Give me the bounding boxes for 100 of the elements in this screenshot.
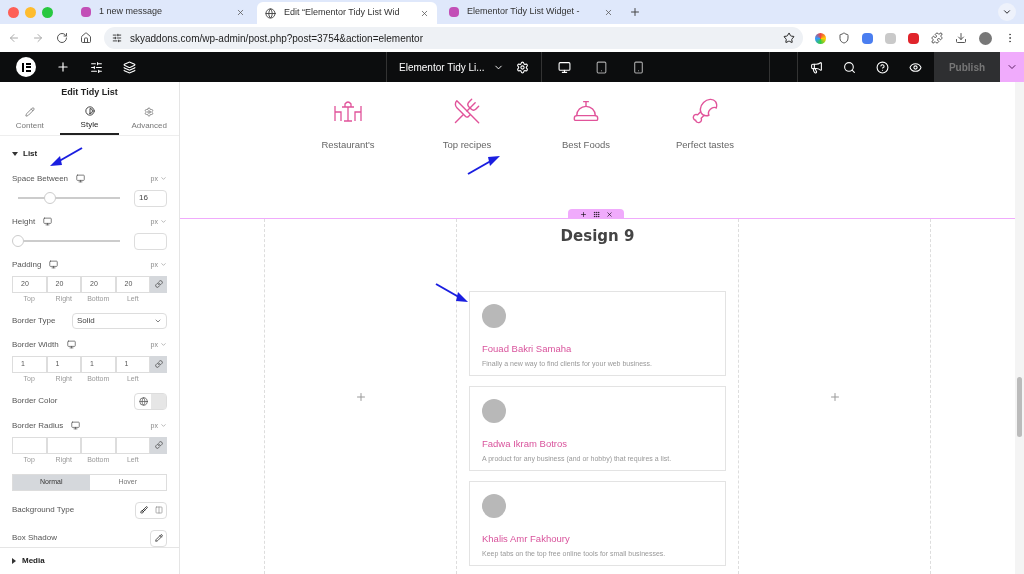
link-values-button[interactable] (150, 436, 167, 454)
panel-tab[interactable]: Content (0, 103, 60, 135)
edit-shadow-button[interactable] (150, 529, 167, 547)
section-heading: Design 9 (560, 226, 635, 247)
elementor-logo-icon[interactable] (16, 57, 36, 77)
control-label: Border Type (12, 314, 56, 327)
new-tab-icon[interactable] (629, 6, 641, 18)
list-item-name: Fadwa Ikram Botros (482, 436, 568, 451)
add-icon[interactable] (579, 210, 587, 218)
close-icon[interactable] (605, 210, 613, 218)
tab-title: Edit “Elementor Tidy List Wid (284, 6, 401, 20)
slider-thumb[interactable] (43, 192, 56, 205)
preview-icon[interactable] (909, 60, 922, 74)
link-icon (154, 280, 163, 289)
section-header[interactable]: Media (0, 546, 179, 574)
dimension-field[interactable] (46, 436, 81, 454)
responsive-icon[interactable] (71, 421, 81, 431)
page-settings-icon[interactable] (515, 60, 529, 74)
avatar (482, 493, 506, 518)
section-handle[interactable] (568, 209, 624, 219)
pencil-icon (24, 106, 35, 117)
download-icon[interactable] (955, 32, 967, 44)
link-icon (154, 441, 163, 450)
dimension-field[interactable] (12, 436, 47, 454)
avatar (482, 398, 506, 423)
contrast-icon (84, 105, 95, 116)
control-label: Padding (12, 258, 42, 271)
browser-tab[interactable]: Elementor Tidy List Widget - (441, 1, 621, 23)
number-field[interactable]: 16 (134, 189, 167, 207)
annotation-arrow (434, 282, 470, 304)
icon-box-label: Perfect tastes (675, 138, 735, 152)
drumstick-icon (691, 97, 719, 125)
url-text: skyaddons.com/wp-admin/post.php?post=3754&action=elementor (130, 31, 423, 46)
site-info-icon[interactable] (112, 33, 122, 43)
add-element-icon[interactable] (56, 60, 70, 74)
annotation-arrow (48, 146, 84, 168)
section-header[interactable]: List (12, 147, 38, 160)
address-bar[interactable]: skyaddons.com/wp-admin/post.php?post=3754&action=elementor (104, 27, 803, 49)
responsive-icon[interactable] (43, 217, 53, 227)
panel-tab[interactable]: Style (59, 103, 120, 135)
search-icon[interactable] (843, 60, 856, 74)
extension-icon[interactable] (815, 32, 826, 44)
icon-box-label: Top recipes (442, 138, 492, 152)
chevron-down-icon (160, 422, 167, 430)
responsive-icon[interactable] (66, 340, 76, 350)
control-label: Border Color (12, 395, 58, 408)
home-icon[interactable] (80, 32, 92, 44)
dimension-field[interactable] (115, 436, 150, 454)
responsive-icon[interactable] (76, 174, 86, 184)
page-title-dropdown[interactable]: Elementor Tidy Li... (387, 59, 516, 75)
list-item-name: Fouad Bakri Samaha (482, 341, 573, 356)
bookmark-star-icon[interactable] (783, 32, 795, 44)
tab-title: 1 new message (99, 5, 164, 19)
panel-tab[interactable]: Advanced (119, 103, 179, 135)
select-field[interactable]: Solid (72, 312, 167, 329)
control-label: Space Between (12, 172, 69, 185)
number-field[interactable] (134, 232, 167, 250)
megaphone-icon[interactable] (810, 60, 823, 74)
avatar (482, 303, 506, 328)
extensions-icon[interactable] (931, 32, 943, 44)
dimension-field[interactable] (81, 436, 116, 454)
control-label: Border Width (12, 338, 59, 351)
responsive-icon[interactable] (49, 260, 59, 270)
color-swatch[interactable] (151, 393, 166, 409)
close-tab-icon[interactable] (236, 7, 245, 17)
favicon-icon (449, 7, 459, 17)
mobile-view-icon[interactable] (631, 60, 645, 74)
globe-icon (138, 396, 148, 406)
help-icon[interactable] (876, 60, 889, 74)
control-label: Height (12, 215, 36, 228)
reload-icon[interactable] (56, 32, 68, 44)
close-tab-icon[interactable] (420, 8, 429, 18)
gradient-icon (154, 506, 163, 515)
shield-icon[interactable] (838, 32, 850, 44)
tablet-view-icon[interactable] (594, 60, 608, 74)
chevron-down-icon (160, 261, 167, 269)
chevron-down-icon (160, 218, 167, 226)
chevron-down-icon (160, 341, 167, 349)
link-icon (154, 360, 163, 369)
extension-icon[interactable] (862, 32, 873, 44)
extension-icon[interactable] (908, 32, 919, 44)
slider-thumb[interactable] (12, 235, 24, 248)
pencil-icon (154, 534, 163, 543)
panel-title: Edit Tidy List (60, 86, 119, 99)
tab-title: Elementor Tidy List Widget - (467, 5, 581, 19)
icon-box-label: Restaurant's (321, 138, 375, 152)
structure-icon[interactable] (123, 60, 136, 74)
desktop-view-icon[interactable] (557, 60, 571, 74)
browser-tab[interactable]: Edit “Elementor Tidy List Wid (257, 2, 437, 24)
link-values-button[interactable] (150, 275, 167, 293)
close-tab-icon[interactable] (604, 7, 613, 17)
gear-icon (144, 106, 155, 117)
annotation-arrow (466, 154, 502, 176)
site-settings-icon[interactable] (90, 60, 103, 74)
profile-avatar[interactable] (979, 31, 992, 45)
chevron-down-icon (160, 175, 167, 183)
list-item-name: Khalis Amr Fakhoury (482, 531, 571, 546)
link-values-button[interactable] (150, 355, 167, 373)
browser-tab[interactable]: 1 new message (73, 1, 253, 23)
utensils-icon (453, 97, 481, 125)
